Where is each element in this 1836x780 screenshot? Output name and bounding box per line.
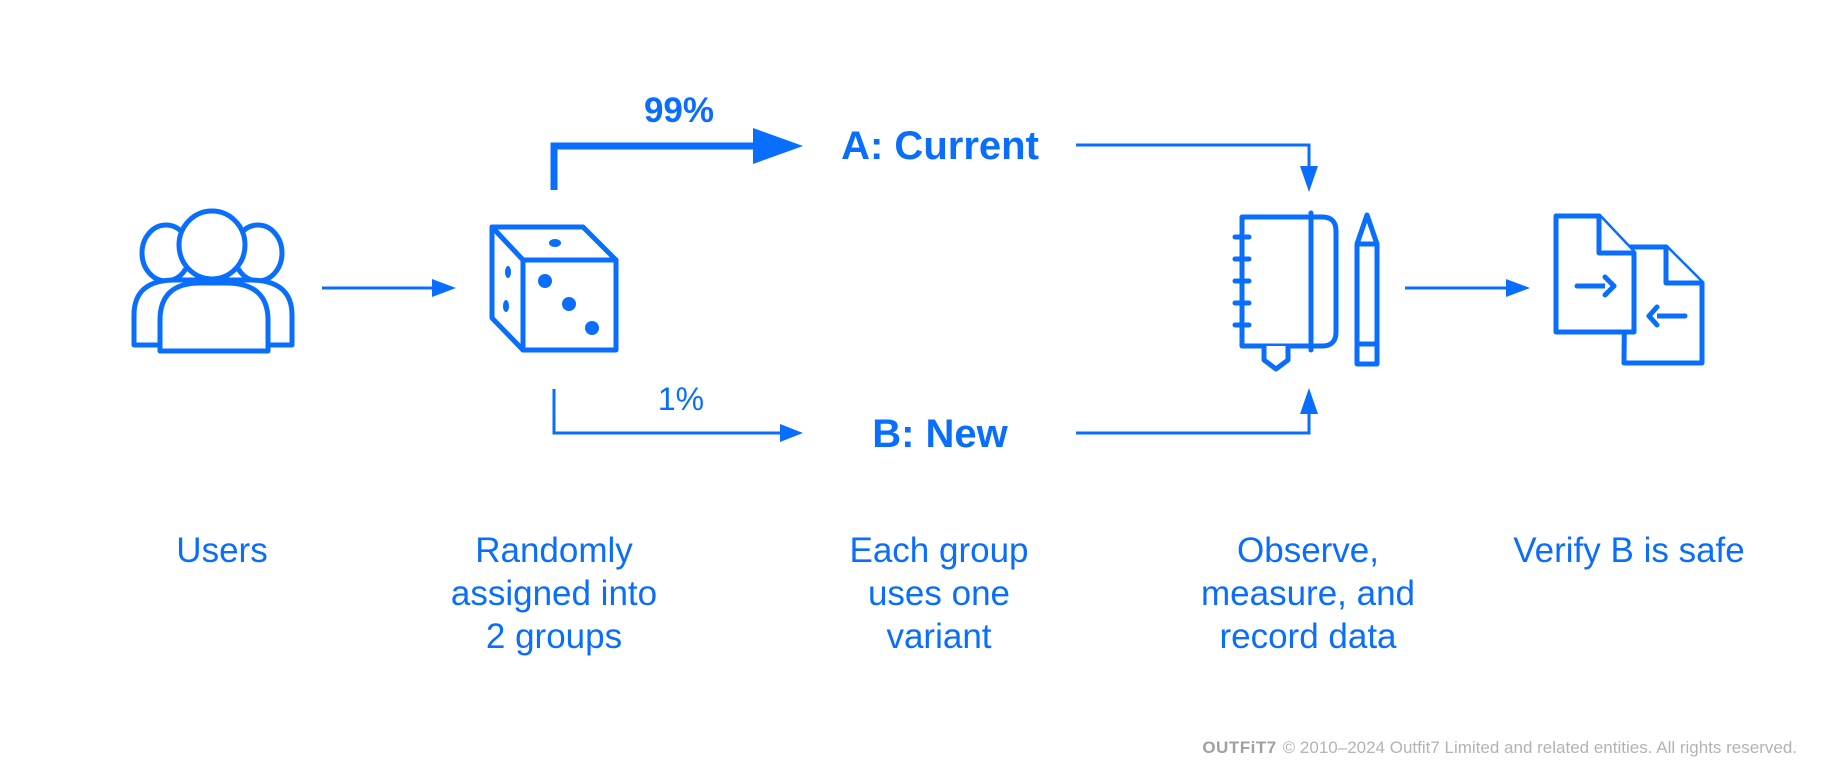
step-caption: Each group uses one variant <box>849 531 1028 656</box>
branch-a-arrow <box>550 128 803 190</box>
documents-exchange-icon <box>1553 213 1705 366</box>
step-caption: Randomly assigned into 2 groups <box>451 531 657 656</box>
footer-copyright: OUTFiT7 © 2010–2024 Outfit7 Limited and r… <box>1202 738 1797 758</box>
step-caption-line: Users <box>176 531 267 570</box>
step-caption-line: assigned into <box>451 574 657 613</box>
step-captions: Users Randomly assigned into 2 groups Each g… <box>176 531 1744 656</box>
arrow-users-to-dice <box>322 279 456 297</box>
step-caption-line: variant <box>886 617 991 656</box>
dice-icon <box>489 224 619 353</box>
step-caption: Verify B is safe <box>1513 531 1744 570</box>
step-caption-line: Verify B is safe <box>1513 531 1744 570</box>
ab-test-flow-diagram: 99% A: Current 1% B: New Users Randomly … <box>131 91 1745 656</box>
copyright-text: © 2010–2024 Outfit7 Limited and related … <box>1282 738 1797 757</box>
outfit7-logo: OUTFiT7 <box>1202 738 1277 757</box>
step-caption: Observe, measure, and record data <box>1201 531 1415 656</box>
branch-a-percent: 99% <box>644 91 714 130</box>
step-caption-line: measure, and <box>1201 574 1415 613</box>
users-icon <box>131 208 295 354</box>
arrow-a-to-record <box>1076 143 1318 192</box>
variant-b-label: B: New <box>872 412 1008 456</box>
step-caption-line: Randomly <box>475 531 633 570</box>
branch-b-percent: 1% <box>658 381 704 417</box>
step-caption-line: record data <box>1219 617 1397 656</box>
arrow-b-to-record <box>1076 388 1318 435</box>
variant-a-label: A: Current <box>841 124 1039 168</box>
step-caption-line: uses one <box>868 574 1010 613</box>
step-caption-line: Each group <box>849 531 1028 570</box>
step-caption-line: Observe, <box>1237 531 1379 570</box>
step-caption-line: 2 groups <box>486 617 622 656</box>
step-caption: Users <box>176 531 267 570</box>
arrow-record-to-verify <box>1405 279 1530 297</box>
notebook-pencil-icon <box>1232 210 1380 372</box>
